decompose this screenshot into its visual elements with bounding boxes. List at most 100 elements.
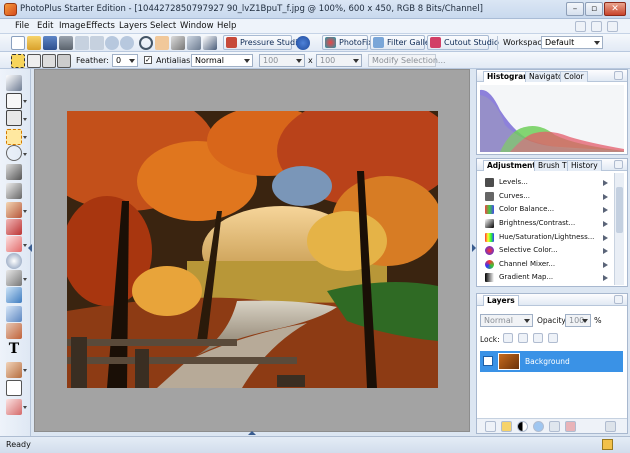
adjustment-gradient-map[interactable]: Gradient Map... xyxy=(482,271,610,284)
adjustment-selective-color[interactable]: Selective Color... xyxy=(482,244,610,257)
filter-icon[interactable] xyxy=(565,421,576,432)
adjustments-scrollbar[interactable] xyxy=(614,173,624,285)
menu-layers[interactable]: Layers xyxy=(119,21,147,31)
menu-select[interactable]: Select xyxy=(150,21,176,31)
antialias-checkbox[interactable]: ✓ xyxy=(144,56,152,64)
play-icon[interactable] xyxy=(603,235,608,241)
height-input[interactable]: 100 xyxy=(316,54,362,67)
tab-color[interactable]: Color xyxy=(560,71,588,82)
doc-minimize-icon[interactable] xyxy=(575,21,586,32)
chevron-down-icon[interactable] xyxy=(23,278,27,281)
menu-edit[interactable]: Edit xyxy=(37,21,53,31)
play-icon[interactable] xyxy=(603,275,608,281)
play-icon[interactable] xyxy=(603,194,608,200)
add-selection-icon[interactable] xyxy=(27,54,41,68)
print-icon[interactable] xyxy=(59,36,73,50)
lock-all-icon[interactable] xyxy=(548,333,558,343)
scrollbar-thumb[interactable] xyxy=(616,187,623,233)
new-group-icon[interactable] xyxy=(501,421,512,432)
brush-icon[interactable] xyxy=(187,36,201,50)
play-icon[interactable] xyxy=(603,207,608,213)
tab-layers[interactable]: Layers xyxy=(483,295,519,306)
rectangle-selection-icon[interactable] xyxy=(6,129,22,145)
collapse-bottom-icon[interactable] xyxy=(248,431,256,435)
chevron-down-icon[interactable] xyxy=(23,136,27,139)
delete-layer-icon[interactable] xyxy=(605,421,616,432)
fill-tool-icon[interactable] xyxy=(6,287,22,303)
chevron-down-icon[interactable] xyxy=(23,369,27,372)
paintbrush-tool-icon[interactable] xyxy=(6,202,22,218)
copy-icon[interactable] xyxy=(90,36,104,50)
tab-history[interactable]: History xyxy=(567,160,602,171)
close-button[interactable]: ✕ xyxy=(604,2,626,16)
width-input[interactable]: 100 xyxy=(259,54,305,67)
play-icon[interactable] xyxy=(603,262,608,268)
menu-image[interactable]: Image xyxy=(59,21,86,31)
adjustment-hue-saturation[interactable]: Hue/Saturation/Lightness... xyxy=(482,231,610,244)
menu-help[interactable]: Help xyxy=(217,21,236,31)
maximize-button[interactable]: ▫ xyxy=(585,2,603,16)
modify-selection-button[interactable]: Modify Selection... xyxy=(368,54,446,67)
doc-restore-icon[interactable] xyxy=(591,21,602,32)
adjustment-channel-mixer[interactable]: Channel Mixer... xyxy=(482,258,610,271)
play-icon[interactable] xyxy=(603,180,608,186)
workspace-dropdown[interactable]: Default xyxy=(541,36,603,49)
cut-icon[interactable] xyxy=(75,36,89,50)
new-file-icon[interactable] xyxy=(11,36,25,50)
filter-gallery-button[interactable]: Filter Gallery xyxy=(370,35,438,50)
lock-transparency-icon[interactable] xyxy=(503,333,513,343)
dodge-tool-icon[interactable] xyxy=(6,270,22,286)
menu-window[interactable]: Window xyxy=(180,21,214,31)
adjustment-curves[interactable]: Curves... xyxy=(482,190,610,203)
layer-blend-dropdown[interactable]: Normal xyxy=(480,314,533,327)
layer-row-background[interactable]: Background xyxy=(480,351,623,372)
photofix-button[interactable]: PhotoFix xyxy=(322,35,373,50)
zoom-icon[interactable] xyxy=(139,36,153,50)
opacity-input[interactable]: 100 xyxy=(565,314,591,327)
eraser-tool-icon[interactable] xyxy=(6,236,22,252)
magic-wand-icon[interactable] xyxy=(6,164,22,180)
pressure-studio-button[interactable]: Pressure Studio xyxy=(223,35,302,50)
chevron-down-icon[interactable] xyxy=(23,244,27,247)
lock-position-icon[interactable] xyxy=(533,333,543,343)
chevron-down-icon[interactable] xyxy=(23,118,27,121)
clone-tool-icon[interactable] xyxy=(6,219,22,235)
fx-icon[interactable] xyxy=(533,421,544,432)
subtract-selection-icon[interactable] xyxy=(42,54,56,68)
mask-icon[interactable] xyxy=(549,421,560,432)
cutout-studio-button[interactable]: Cutout Studio xyxy=(427,35,499,50)
doc-close-icon[interactable] xyxy=(607,21,618,32)
play-icon[interactable] xyxy=(603,248,608,254)
minimize-button[interactable]: – xyxy=(566,2,584,16)
chevron-down-icon[interactable] xyxy=(23,406,27,409)
feather-input[interactable]: 0 xyxy=(112,54,138,67)
lasso-tool-icon[interactable] xyxy=(6,145,22,161)
gradient-tool-icon[interactable] xyxy=(6,306,22,322)
undo-icon[interactable] xyxy=(105,36,119,50)
panel-close-icon[interactable] xyxy=(614,295,623,304)
pointer-icon[interactable] xyxy=(203,36,217,50)
open-folder-icon[interactable] xyxy=(27,36,41,50)
lock-pixels-icon[interactable] xyxy=(518,333,528,343)
chevron-down-icon[interactable] xyxy=(23,153,27,156)
status-indicator-icon[interactable] xyxy=(602,439,613,450)
adjustment-color-balance[interactable]: Color Balance... xyxy=(482,203,610,216)
collapse-left-icon[interactable] xyxy=(28,244,32,252)
text-tool-icon[interactable]: T xyxy=(6,341,22,357)
visibility-eye-icon[interactable] xyxy=(483,356,493,366)
intersect-selection-icon[interactable] xyxy=(57,54,71,68)
save-icon[interactable] xyxy=(43,36,57,50)
document-image[interactable] xyxy=(67,111,438,388)
pen-tool-icon[interactable] xyxy=(6,362,22,378)
straighten-tool-icon[interactable] xyxy=(6,110,22,126)
menu-file[interactable]: File xyxy=(15,21,29,31)
menu-effects[interactable]: Effects xyxy=(86,21,115,31)
blend-mode-dropdown[interactable]: Normal xyxy=(191,54,253,67)
eyedropper-tool-icon[interactable] xyxy=(6,183,22,199)
shape-tool-icon[interactable] xyxy=(6,380,22,396)
red-eye-tool-icon[interactable] xyxy=(6,253,22,269)
move-tool-icon[interactable] xyxy=(6,75,22,91)
eyedropper-icon[interactable] xyxy=(171,36,185,50)
chevron-down-icon[interactable] xyxy=(23,100,27,103)
layer-name[interactable]: Background xyxy=(525,357,570,366)
